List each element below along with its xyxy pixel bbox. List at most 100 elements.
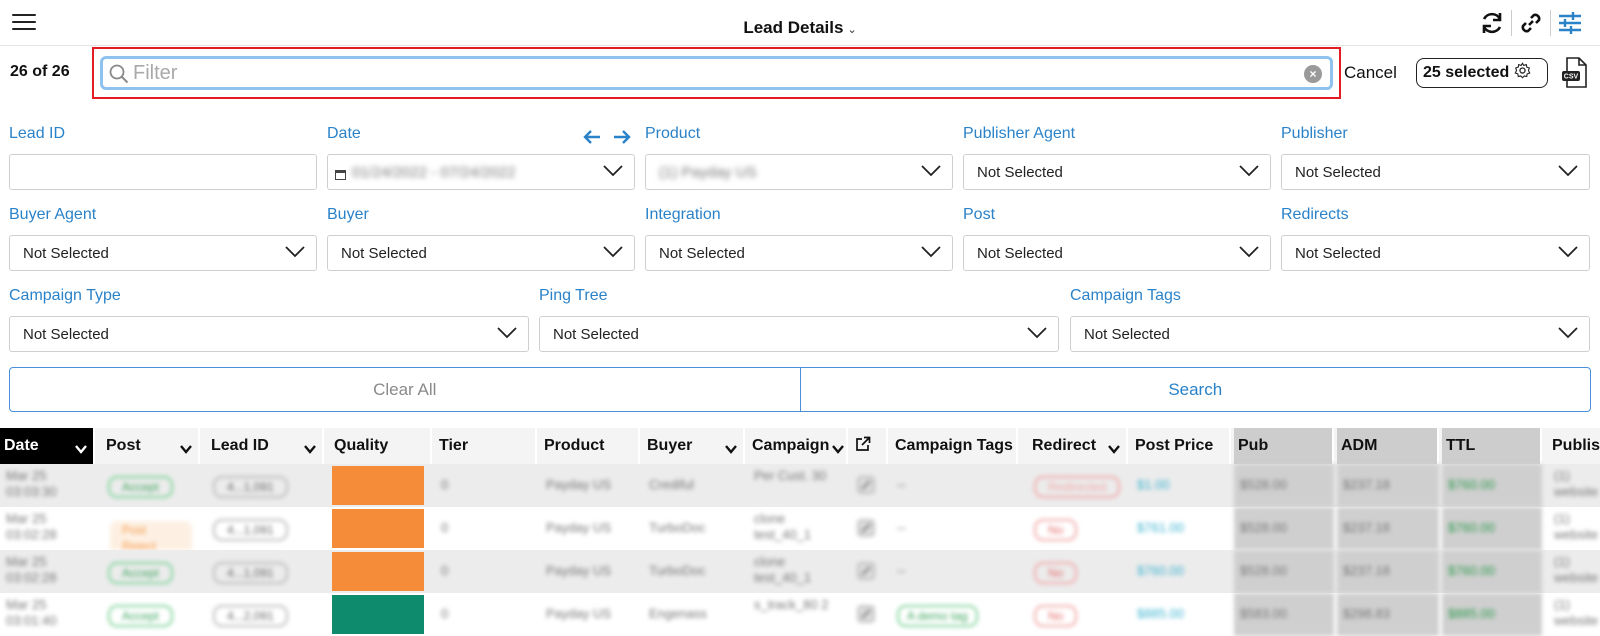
sliders-icon[interactable] — [1554, 8, 1586, 38]
cell-pub: $528.00 — [1234, 550, 1334, 593]
publisher-agent-select[interactable]: Not Selected — [963, 154, 1271, 190]
product-select[interactable]: (1) Payday US — [645, 154, 953, 190]
column-header-pub[interactable]: Pub — [1234, 428, 1334, 464]
table-row[interactable]: Mar 25 03:02:28 Accept 4...1,091 0 Payda… — [0, 550, 1600, 593]
chevron-down-icon — [1238, 164, 1260, 183]
column-header-campaign[interactable]: Campaign — [748, 428, 848, 464]
gear-icon — [1509, 62, 1531, 84]
column-header-campaign-tags[interactable]: Campaign Tags — [891, 428, 1018, 464]
buyer-select[interactable]: Not Selected — [327, 235, 635, 271]
campaign-type-select[interactable]: Not Selected — [9, 316, 529, 352]
column-header-redirect[interactable]: Redirect — [1028, 428, 1128, 464]
filter-box[interactable]: × — [100, 56, 1333, 90]
cell-buyer: Crediful — [649, 477, 694, 492]
cell-product: Payday US — [546, 606, 612, 621]
chevron-down-icon — [284, 245, 306, 264]
external-link-icon — [855, 436, 871, 457]
csv-export-icon[interactable]: CSV — [1560, 56, 1590, 90]
column-header-quality[interactable]: Quality — [330, 428, 432, 464]
cell-tier: 0 — [441, 563, 449, 578]
link-icon[interactable] — [1515, 8, 1547, 38]
cell-campaign: clone test_40_1 — [754, 554, 812, 585]
date-nav — [582, 128, 632, 151]
page-title[interactable]: Lead Details ⌄ — [0, 18, 1600, 38]
column-header-lead-id[interactable]: Lead ID — [207, 428, 324, 464]
cell-lead-id: 4...1,091 — [207, 507, 324, 550]
cell-post-price: $761.00 — [1137, 520, 1184, 535]
arrow-right-icon[interactable] — [612, 128, 632, 151]
column-header-date[interactable]: Date — [0, 428, 95, 464]
table-header: Date Post Lead ID Quality Tier Product B… — [0, 428, 1600, 464]
column-header-post-price[interactable]: Post Price — [1131, 428, 1231, 464]
columns-selected-button[interactable]: 25 selected — [1416, 58, 1548, 88]
cell-ttl: $885.00 — [1442, 593, 1542, 636]
column-header-product[interactable]: Product — [540, 428, 640, 464]
open-link-icon — [851, 550, 888, 593]
chevron-down-icon — [725, 441, 737, 459]
cell-campaign-tags: A demo tag — [891, 593, 1018, 636]
column-header-publisher[interactable]: Publis — [1548, 428, 1600, 464]
column-header-buyer[interactable]: Buyer — [643, 428, 745, 464]
date-label: Date — [327, 125, 361, 142]
ping-tree-label: Ping Tree — [539, 287, 608, 304]
cell-date: Mar 25 03:03:30 — [6, 468, 57, 499]
redirects-label: Redirects — [1281, 206, 1349, 223]
divider — [1511, 10, 1512, 36]
publisher-select[interactable]: Not Selected — [1281, 154, 1590, 190]
column-header-adm[interactable]: ADM — [1337, 428, 1439, 464]
cancel-button[interactable]: Cancel — [1344, 63, 1397, 83]
cell-date: Mar 25 03:02:28 — [6, 511, 57, 542]
chevron-down-icon: ⌄ — [847, 24, 857, 36]
clear-filter-icon[interactable]: × — [1304, 65, 1322, 83]
cell-tier: 0 — [441, 606, 449, 621]
chevron-down-icon — [832, 441, 844, 459]
open-link-icon — [851, 593, 888, 636]
lead-id-label: Lead ID — [9, 125, 66, 142]
date-range-select[interactable]: 01/24/2022 - 07/24/2022 — [327, 154, 635, 190]
cell-campaign: clone test_40_1 — [754, 511, 812, 542]
table-row[interactable]: Mar 25 03:03:30 Accept 4...1,091 0 Payda… — [0, 464, 1600, 507]
cell-pub: $528.00 — [1234, 464, 1334, 507]
buyer-agent-select[interactable]: Not Selected — [9, 235, 317, 271]
cell-campaign: s_track_80 2 — [754, 597, 829, 612]
arrow-left-icon[interactable] — [582, 128, 602, 151]
column-header-open-link[interactable] — [851, 428, 888, 464]
campaign-tags-select[interactable]: Not Selected — [1070, 316, 1590, 352]
campaign-type-label: Campaign Type — [9, 287, 121, 304]
chevron-down-icon — [180, 441, 192, 459]
cell-product: Payday US — [546, 477, 612, 492]
open-link-icon — [851, 507, 888, 550]
cell-product: Payday US — [546, 563, 612, 578]
cell-post: Post Reject — [102, 507, 200, 550]
search-button[interactable]: Search — [801, 368, 1591, 411]
column-header-ttl[interactable]: TTL — [1442, 428, 1542, 464]
ping-tree-select[interactable]: Not Selected — [539, 316, 1059, 352]
redirects-select[interactable]: Not Selected — [1281, 235, 1590, 271]
cell-post-price: $760.00 — [1137, 563, 1184, 578]
table-row[interactable]: Mar 25 03:02:28 Post Reject 4...1,091 0 … — [0, 507, 1600, 550]
chevron-down-icon — [304, 441, 316, 459]
cell-redirect: Redirected — [1028, 464, 1128, 507]
post-select[interactable]: Not Selected — [963, 235, 1271, 271]
cell-redirect: No — [1028, 507, 1128, 550]
cell-date: Mar 25 03:01:40 — [6, 597, 57, 628]
table-row[interactable]: Mar 25 03:01:40 Accept 4...2,091 0 Payda… — [0, 593, 1600, 636]
cell-ttl: $760.00 — [1442, 464, 1542, 507]
cell-post: Accept — [102, 464, 200, 507]
column-header-post[interactable]: Post — [102, 428, 200, 464]
cell-campaign-tags: -- — [897, 563, 906, 578]
lead-id-input[interactable] — [9, 154, 317, 190]
search-icon — [109, 64, 129, 89]
clear-all-button[interactable]: Clear All — [10, 368, 801, 411]
cell-ttl: $760.00 — [1442, 550, 1542, 593]
filter-input[interactable] — [133, 61, 1283, 86]
refresh-icon[interactable] — [1476, 8, 1508, 38]
integration-select[interactable]: Not Selected — [645, 235, 953, 271]
leads-table: Date Post Lead ID Quality Tier Product B… — [0, 428, 1600, 636]
campaign-tags-label: Campaign Tags — [1070, 287, 1181, 304]
cell-tier: 0 — [441, 520, 449, 535]
cell-product: Payday US — [546, 520, 612, 535]
svg-text:CSV: CSV — [1564, 74, 1579, 81]
cell-post: Accept — [102, 593, 200, 636]
column-header-tier[interactable]: Tier — [435, 428, 537, 464]
